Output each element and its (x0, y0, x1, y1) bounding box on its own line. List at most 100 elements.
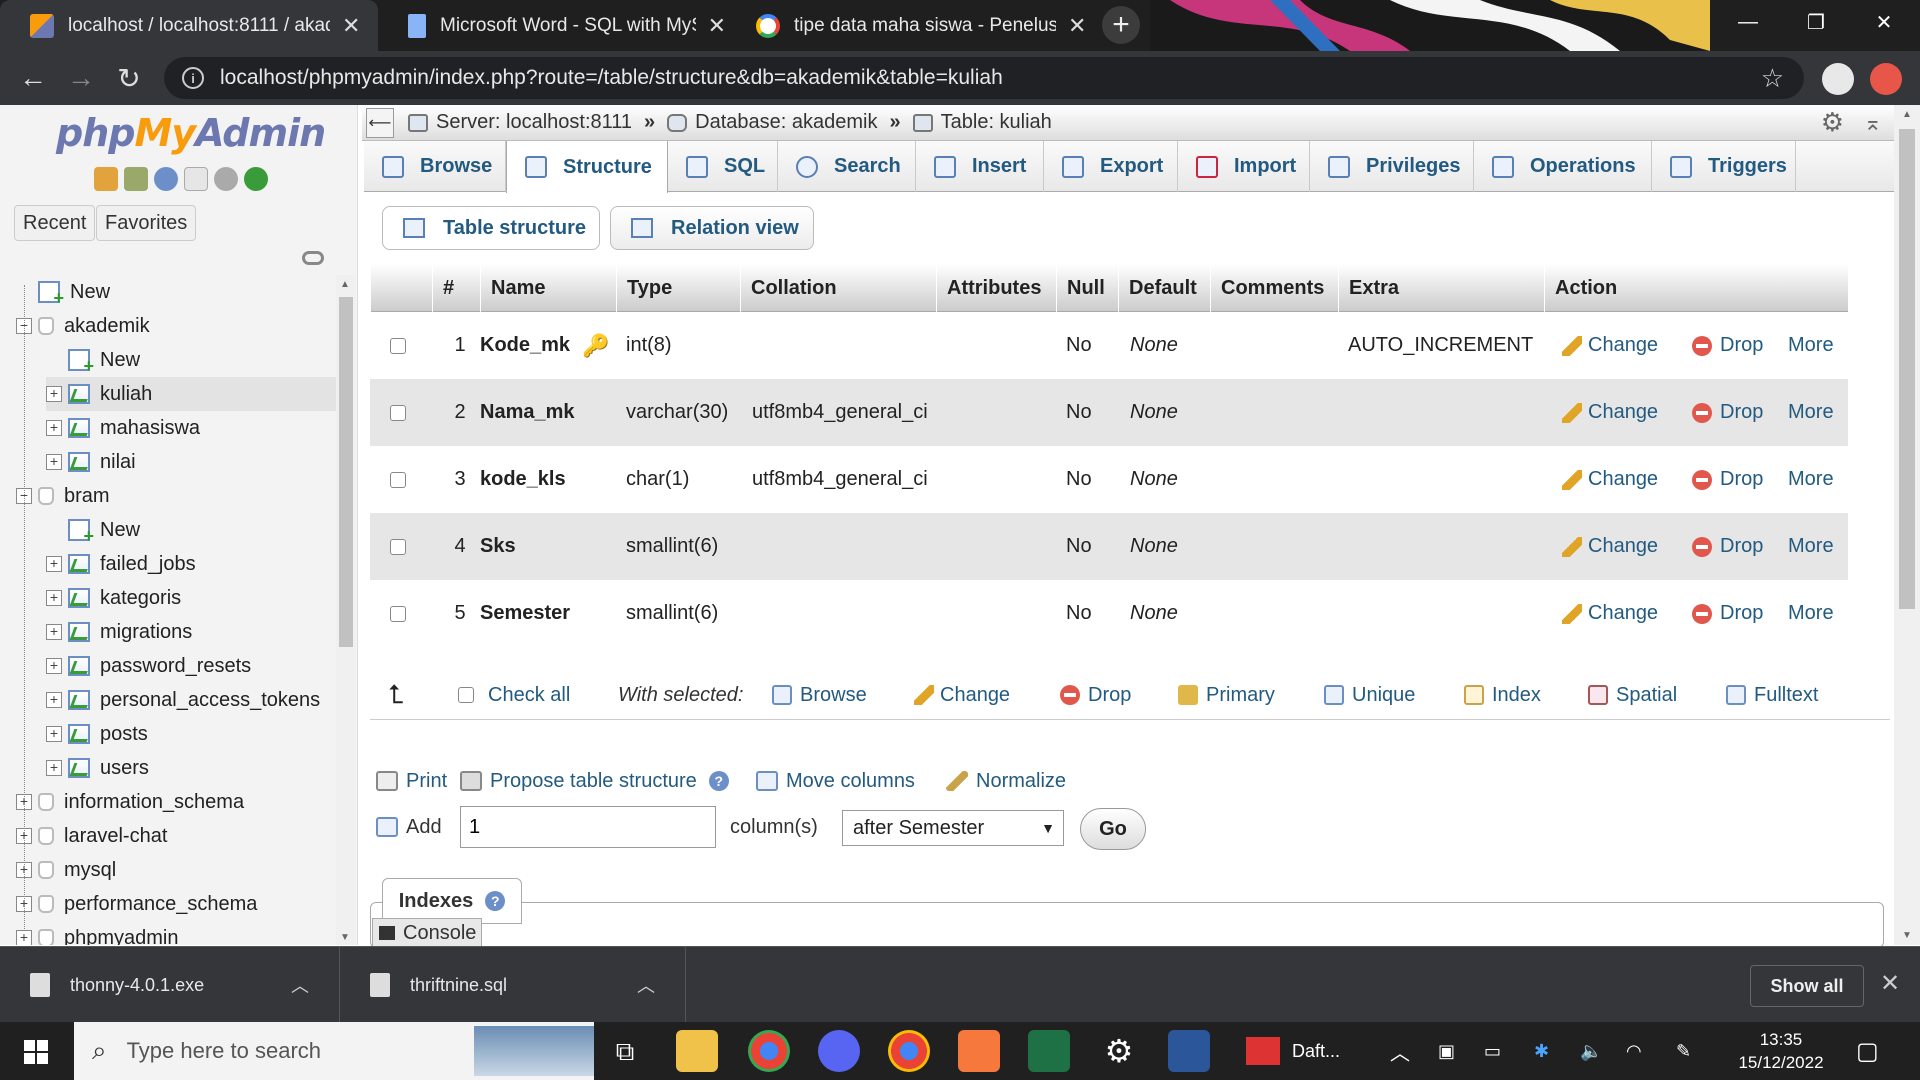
expand-icon[interactable]: + (46, 590, 62, 606)
add-columns-count-input[interactable] (460, 806, 716, 848)
column-position-select[interactable]: after Semester ▼ (842, 810, 1064, 846)
battery-icon[interactable]: ▭ (1484, 1022, 1501, 1080)
change-column-link[interactable]: Change (1562, 513, 1658, 580)
tab-triggers[interactable]: Triggers (1652, 141, 1796, 192)
help-icon[interactable]: ? (708, 771, 729, 791)
tree-database-phpmyadmin[interactable]: + phpmyadmin (16, 921, 336, 945)
print-link[interactable]: Print (376, 766, 447, 796)
profile-avatar-icon[interactable] (1822, 63, 1854, 95)
bulk-browse-button[interactable]: Browse (772, 670, 867, 720)
drop-column-link[interactable]: Drop (1692, 580, 1763, 647)
restore-button[interactable]: ❐ (1782, 0, 1850, 44)
more-actions-menu[interactable]: More (1788, 312, 1834, 379)
header-extra[interactable]: Extra (1338, 264, 1544, 312)
logout-icon[interactable] (124, 167, 148, 191)
bulk-index-button[interactable]: Index (1464, 670, 1541, 720)
change-column-link[interactable]: Change (1562, 379, 1658, 446)
tree-database-laravel-chat[interactable]: + laravel-chat (16, 819, 336, 853)
main-scrollbar[interactable]: ▲ ▼ (1894, 105, 1920, 945)
tab-browse[interactable]: Browse (364, 141, 506, 192)
drop-column-link[interactable]: Drop (1692, 513, 1763, 580)
close-downloads-icon[interactable]: ✕ (1880, 969, 1900, 998)
main-scrollbar-thumb[interactable] (1899, 129, 1915, 609)
row-checkbox[interactable] (390, 404, 406, 421)
tab-word[interactable]: Microsoft Word - SQL with MySQ ✕ (378, 0, 726, 51)
tree-database-akademik[interactable]: − akademik (16, 309, 336, 343)
bulk-unique-button[interactable]: Unique (1324, 670, 1415, 720)
extension-icon[interactable] (1870, 63, 1902, 95)
console-toggle[interactable]: Console (372, 918, 482, 948)
change-column-link[interactable]: Change (1562, 580, 1658, 647)
cell-name[interactable]: Nama_mk (480, 379, 616, 446)
link-with-main-panel-icon[interactable] (302, 251, 324, 265)
tab-close-icon[interactable]: ✕ (708, 13, 726, 39)
tree-table-migrations[interactable]: + migrations (46, 615, 336, 649)
taskbar-search[interactable]: ⌕ Type here to search (74, 1022, 594, 1080)
file-explorer-icon[interactable] (676, 1030, 718, 1072)
header-name[interactable]: Name (480, 264, 616, 312)
notifications-icon[interactable]: ▢ (1856, 1022, 1879, 1080)
bookmark-star-icon[interactable]: ☆ (1761, 63, 1784, 94)
back-button[interactable]: ← (14, 59, 52, 97)
row-checkbox[interactable] (390, 605, 406, 622)
word-icon[interactable] (1168, 1030, 1210, 1072)
page-settings-gear-icon[interactable]: ⚙ (1821, 107, 1844, 138)
pen-icon[interactable]: ✎ (1676, 1022, 1691, 1080)
header-type[interactable]: Type (616, 264, 740, 312)
cell-name[interactable]: Semester (480, 580, 616, 647)
more-actions-menu[interactable]: More (1788, 446, 1834, 513)
phpmyadmin-logo[interactable]: phpMyAdmin (56, 111, 326, 155)
bulk-primary-button[interactable]: Primary (1178, 670, 1275, 720)
address-bar[interactable]: i localhost/phpmyadmin/index.php?route=/… (164, 57, 1804, 99)
tab-insert[interactable]: Insert (916, 141, 1044, 192)
header-null[interactable]: Null (1056, 264, 1118, 312)
tree-table-personal_access_tokens[interactable]: + personal_access_tokens (46, 683, 336, 717)
chrome-icon[interactable] (748, 1030, 790, 1072)
expand-icon[interactable]: + (46, 454, 62, 470)
wifi-icon[interactable]: ◠ (1626, 1022, 1642, 1080)
check-all-checkbox[interactable] (458, 687, 474, 703)
tree-table-kuliah[interactable]: + kuliah (46, 377, 336, 411)
nav-scrollbar-thumb[interactable] (339, 297, 353, 647)
chevron-up-icon[interactable]: ︿ (291, 972, 309, 998)
bulk-spatial-button[interactable]: Spatial (1588, 670, 1677, 720)
expand-icon[interactable]: + (46, 624, 62, 640)
bulk-fulltext-button[interactable]: Fulltext (1726, 670, 1818, 720)
tree-database-information_schema[interactable]: + information_schema (16, 785, 336, 819)
row-checkbox[interactable] (390, 538, 406, 555)
tab-operations[interactable]: Operations (1474, 141, 1652, 192)
expand-icon[interactable]: + (46, 726, 62, 742)
chrome-profile-icon[interactable] (888, 1030, 930, 1072)
check-all[interactable]: Check all (458, 670, 570, 720)
site-info-icon[interactable]: i (182, 67, 204, 89)
expand-icon[interactable]: + (46, 420, 62, 436)
cell-name[interactable]: kode_kls (480, 446, 616, 513)
recent-button[interactable]: Recent (14, 205, 96, 241)
windows-start-icon[interactable] (24, 1040, 48, 1064)
breadcrumb-server[interactable]: Server: localhost:8111 (436, 111, 632, 134)
tree-table-password_resets[interactable]: + password_resets (46, 649, 336, 683)
task-view-icon[interactable]: ⧉ (604, 1030, 646, 1072)
header-num[interactable]: # (432, 264, 480, 312)
settings-gear-icon[interactable]: ⚙ (1098, 1030, 1140, 1072)
forward-button[interactable]: → (62, 59, 100, 97)
tab-import[interactable]: Import (1178, 141, 1310, 192)
row-checkbox[interactable] (390, 337, 406, 354)
more-actions-menu[interactable]: More (1788, 379, 1834, 446)
discord-icon[interactable] (818, 1030, 860, 1072)
header-attributes[interactable]: Attributes (936, 264, 1056, 312)
expand-icon[interactable]: + (46, 386, 62, 402)
tree-table-failed_jobs[interactable]: + failed_jobs (46, 547, 336, 581)
more-actions-menu[interactable]: More (1788, 513, 1834, 580)
nav-scrollbar[interactable]: ▲ ▼ (336, 275, 356, 945)
tab-google-search[interactable]: tipe data maha siswa - Penelusur ✕ (726, 0, 1092, 51)
pinned-app-daftar[interactable]: Daft... (1246, 1022, 1340, 1080)
breadcrumb-database[interactable]: Database: akademik (695, 111, 877, 134)
tab-close-icon[interactable]: ✕ (342, 13, 360, 39)
xampp-icon[interactable] (958, 1030, 1000, 1072)
settings-gear-icon[interactable] (214, 167, 238, 191)
tree-item-new[interactable]: New (16, 275, 336, 309)
tray-app-icon[interactable]: ▣ (1438, 1022, 1455, 1080)
excel-icon[interactable] (1028, 1030, 1070, 1072)
more-actions-menu[interactable]: More (1788, 580, 1834, 647)
